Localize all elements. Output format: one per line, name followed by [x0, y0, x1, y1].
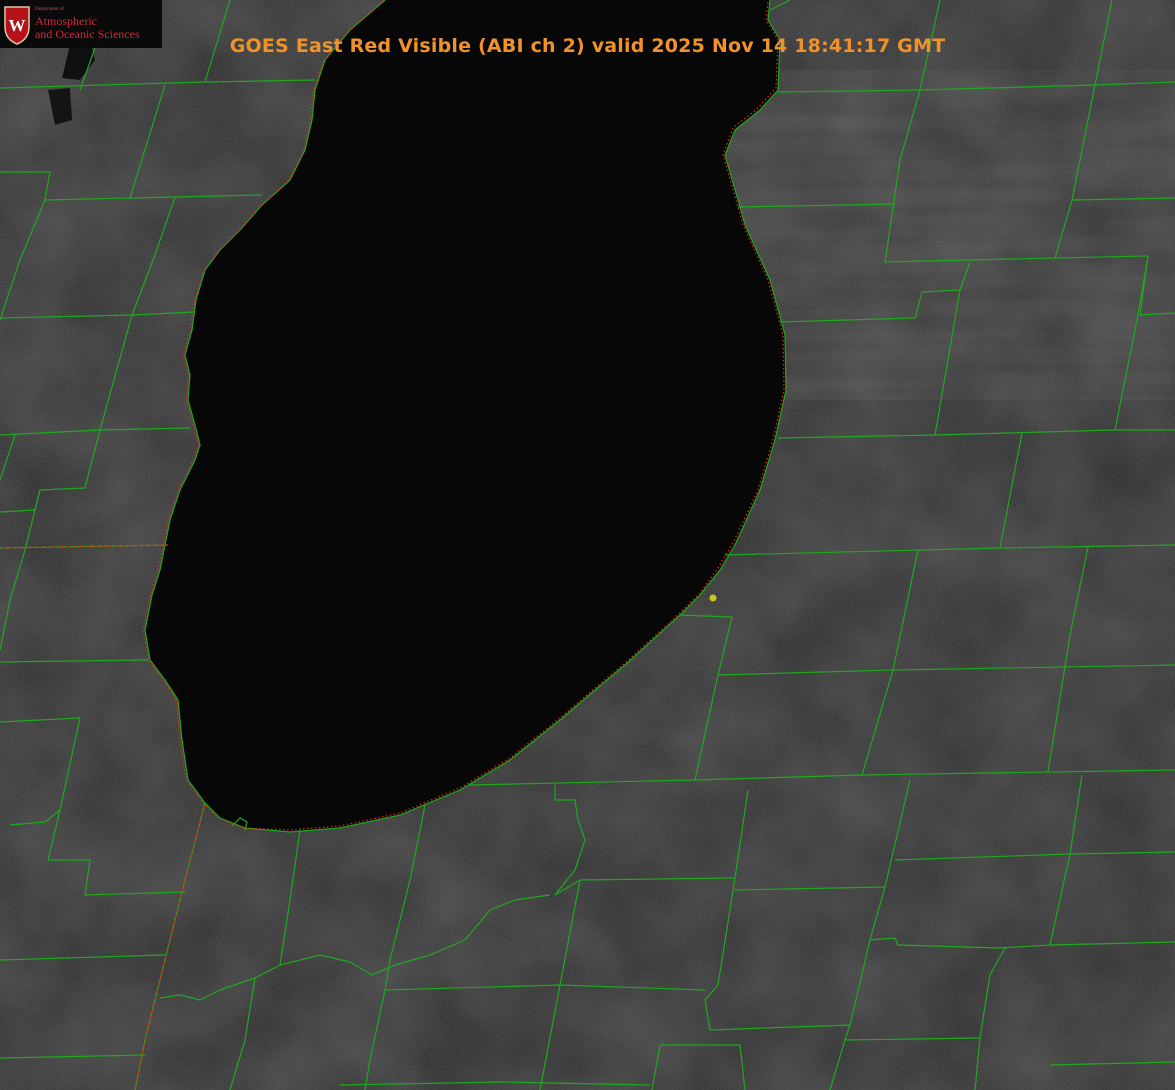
station-marker-dot[interactable]: [709, 594, 717, 602]
satellite-map: [0, 0, 1175, 1090]
logo-line-oceanic: and Oceanic Sciences: [35, 27, 140, 41]
uw-crest-icon: W: [4, 6, 30, 45]
svg-text:W: W: [9, 16, 26, 35]
logo-line-atmospheric: Atmospheric: [35, 14, 97, 28]
aos-logo: W Department of Atmospheric and Oceanic …: [0, 0, 162, 48]
logo-department-text: Department of: [35, 7, 65, 12]
